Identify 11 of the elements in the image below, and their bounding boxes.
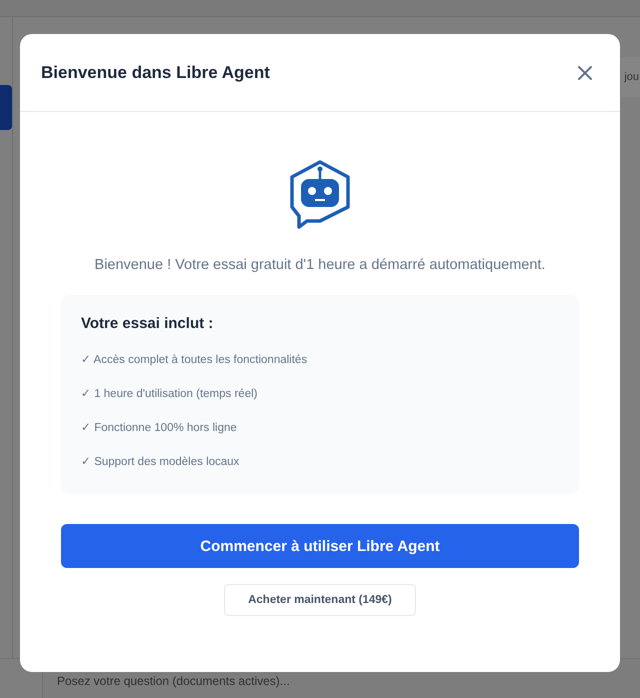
feature-item: ✓ Accès complet à toutes les fonctionnalités [81,353,308,368]
close-icon[interactable] [576,64,594,82]
feature-item: ✓ Support des modèles locaux [81,455,240,470]
toolbar-label: jou [621,57,640,97]
buy-button[interactable]: Acheter maintenant (149€) [224,584,416,616]
feature-item: ✓ 1 heure d'utilisation (temps réel) [81,387,258,402]
welcome-message: Bienvenue ! Votre essai gratuit d'1 heure a démarré automatiquement. [94,257,546,273]
feature-item: ✓ Fonctionne 100% hors ligne [81,421,238,436]
features-title: Votre essai inclut : [81,315,214,332]
dialog-title: Bienvenue dans Libre Agent [41,62,270,82]
start-button[interactable]: Commencer à utiliser Libre Agent [61,524,579,568]
